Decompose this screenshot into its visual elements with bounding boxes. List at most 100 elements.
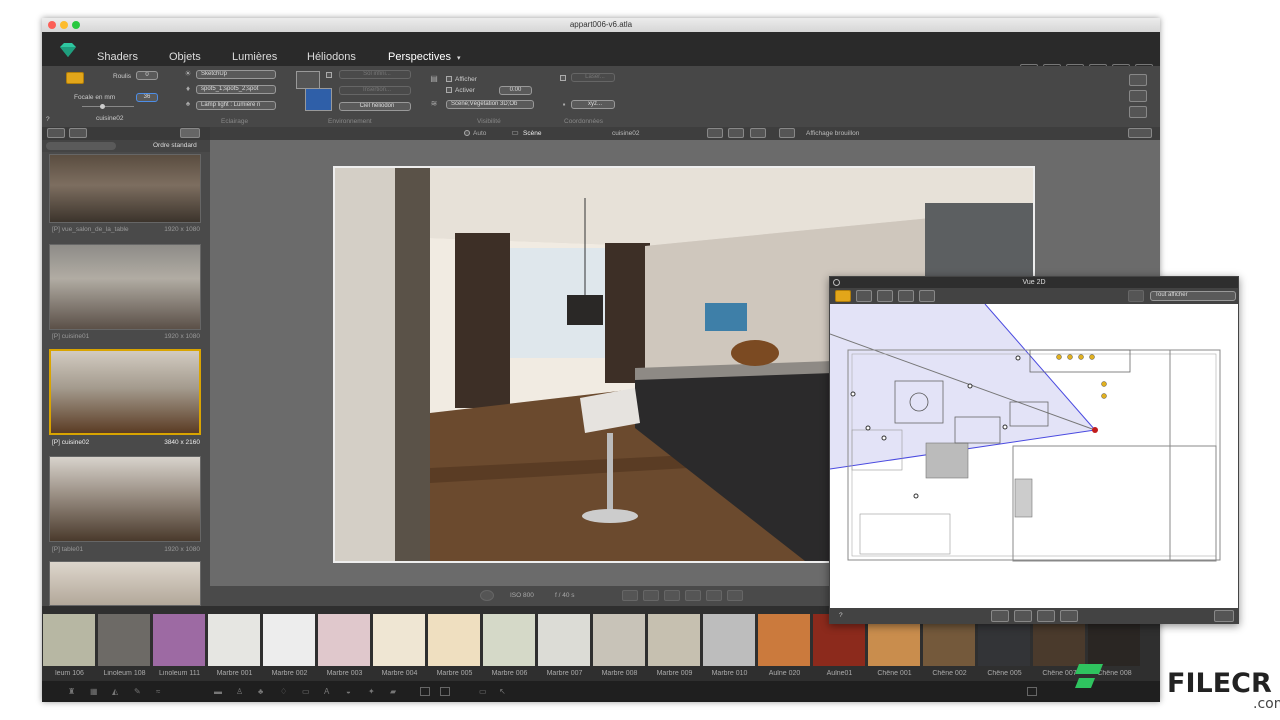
pan-2d-icon[interactable] [1037,610,1055,622]
rotate-icon[interactable] [706,590,722,601]
material-swatch[interactable] [428,614,480,666]
paint-icon[interactable]: ♜ [68,687,78,696]
laser-button[interactable]: Laser... [571,73,615,82]
help-icon[interactable]: ? [46,116,50,123]
minimize-window-button[interactable] [60,21,68,29]
fit-2d-icon[interactable] [1060,610,1078,622]
aperture-dropdown[interactable]: f / 40 s [555,592,575,599]
zoom-icon[interactable] [643,590,659,601]
focale-input[interactable]: 36 [136,93,158,102]
zoom-2d-icon[interactable] [1014,610,1032,622]
zoom-window-button[interactable] [72,21,80,29]
hand-icon[interactable] [1027,687,1037,696]
sun-dropdown[interactable]: SketchUp [196,70,276,79]
elevation-icon[interactable] [877,290,893,302]
close-icon[interactable] [833,279,840,286]
material-swatch[interactable] [538,614,590,666]
material-swatch[interactable] [263,614,315,666]
lamp-dropdown[interactable]: Lamp light : Lumière n [196,101,276,110]
thumbnail-cuisine01[interactable] [49,244,201,330]
laser-checkbox[interactable] [560,75,566,81]
shape-icon[interactable]: ◭ [112,687,122,696]
sol-checkbox[interactable] [326,72,332,78]
material-swatch[interactable] [758,614,810,666]
target-icon[interactable] [727,590,743,601]
close-window-button[interactable] [48,21,56,29]
tree-icon[interactable]: ♣ [258,687,268,696]
thumbnail-next[interactable] [49,561,201,606]
material-swatch[interactable] [703,614,755,666]
crop-icon[interactable] [750,128,766,138]
roof-icon[interactable] [919,290,935,302]
fit-icon[interactable] [728,128,744,138]
iso-dropdown[interactable]: ISO 800 [510,592,534,599]
material-swatch[interactable] [98,614,150,666]
remove-view-icon[interactable] [69,128,87,138]
eye-icon[interactable] [180,128,200,138]
material-swatch[interactable] [153,614,205,666]
menu-objets[interactable]: Objets [169,51,201,63]
sky-swatch[interactable] [305,88,332,111]
thumbnail-vue-salon[interactable] [49,154,201,223]
material-swatch[interactable] [483,614,535,666]
visibility-value-input[interactable]: 0.00 [499,86,532,95]
disabled-icon[interactable] [1128,290,1144,302]
move-icon[interactable] [664,590,680,601]
sofa-icon[interactable]: ▰ [390,687,400,696]
exposure-icon[interactable] [480,590,494,601]
roulis-input[interactable]: 0 [136,71,158,80]
folder-icon[interactable]: ▭ [479,687,489,696]
menu-shaders[interactable]: Shaders [97,51,138,63]
section-icon[interactable] [898,290,914,302]
insertion-button[interactable]: Insertion... [339,86,411,95]
undo-icon[interactable] [622,590,638,601]
person-icon[interactable]: ♙ [236,687,246,696]
xyz-button[interactable]: xyz... [571,100,615,109]
settings-icon[interactable] [1129,106,1147,118]
boat-icon[interactable]: ◒ [346,687,356,696]
grid-view-icon[interactable] [420,687,430,696]
plan-icon[interactable] [835,290,851,302]
preview-icon[interactable] [779,128,795,138]
cursor-icon[interactable]: ↖ [499,687,509,696]
environment-swatch[interactable] [296,71,320,89]
brush-icon[interactable]: ✎ [134,687,144,696]
menu-heliodons[interactable]: Héliodons [307,51,356,63]
thumbnail-table01[interactable] [49,456,201,542]
sidebar-search-input[interactable] [46,142,116,150]
menu-perspectives[interactable]: Perspectives [388,51,451,63]
visibility-dropdown[interactable]: Scène;Végétation 3D;Ob [446,100,534,109]
material-swatch[interactable] [208,614,260,666]
vue-2d-help-icon[interactable]: ? [839,612,843,619]
bird-icon[interactable]: ✦ [368,687,378,696]
auto-radio[interactable] [464,130,470,136]
material-swatch[interactable] [648,614,700,666]
house-icon[interactable] [856,290,872,302]
floor-icon[interactable]: ▦ [90,687,100,696]
vehicle-icon[interactable]: ▭ [302,687,312,696]
material-swatch[interactable] [373,614,425,666]
tout-afficher-dropdown[interactable]: Tout afficher [1150,291,1236,301]
water-icon[interactable]: ≈ [156,687,166,696]
grid-icon[interactable] [1129,74,1147,86]
menu-lumieres[interactable]: Lumières [232,51,277,63]
sort-dropdown[interactable]: Ordre standard [153,142,197,149]
focale-slider[interactable] [82,104,134,109]
afficher-checkbox[interactable] [446,76,452,82]
text-icon[interactable]: A [324,687,334,696]
frame-icon[interactable] [707,128,723,138]
undo-2d-icon[interactable] [991,610,1009,622]
camera-view-icon[interactable] [66,72,84,84]
activer-checkbox[interactable] [446,87,452,93]
toggle-icon[interactable] [1128,128,1152,138]
sol-infini-button[interactable]: Sol infini... [339,70,411,79]
lamp-object-icon[interactable]: ♢ [280,687,290,696]
pan-icon[interactable] [685,590,701,601]
add-view-icon[interactable] [47,128,65,138]
material-swatch[interactable] [593,614,645,666]
spots-dropdown[interactable]: spot5_1;spot5_2;spot [196,85,276,94]
ciel-heliodon-button[interactable]: Ciel héliodon [339,102,411,111]
color-icon[interactable] [1129,90,1147,102]
thumbnail-cuisine02[interactable] [49,349,201,435]
expand-icon[interactable] [1214,610,1234,622]
